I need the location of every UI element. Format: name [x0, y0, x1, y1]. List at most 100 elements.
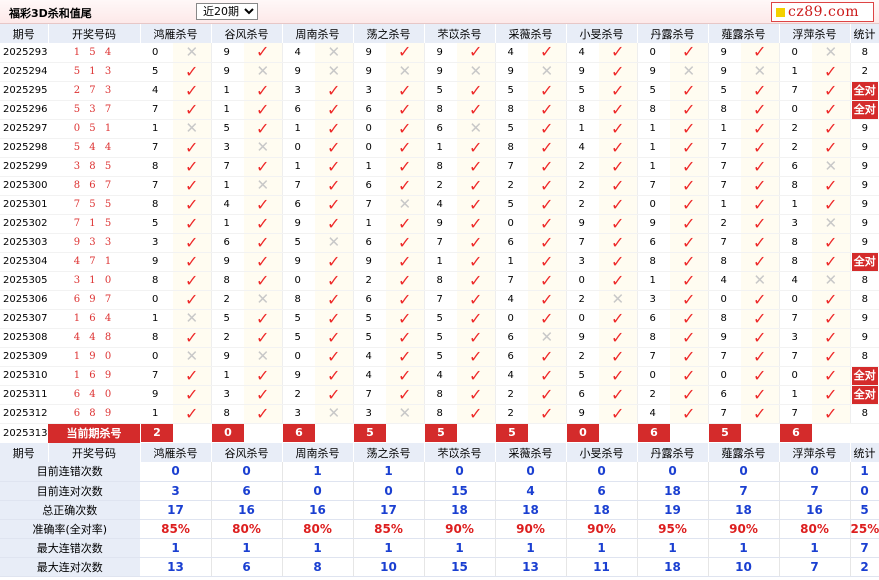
current-kill-cell: 0	[566, 423, 599, 443]
table-row: 2025293 1 5 4 0 ✕ 9 ✓ 4 ✕ 9 ✓ 9 ✓ 4 ✓ 4 ✓ 0 ✓ 9 ✓ 0 ✕ 8	[0, 43, 879, 63]
stats-total: 1	[850, 462, 879, 482]
stats-label: 最大连对次数	[0, 557, 141, 577]
check-icon: ✓	[256, 119, 270, 138]
kill-number: 4	[424, 366, 457, 386]
kill-number: 6	[495, 328, 528, 348]
kill-result-cell: ✓	[812, 138, 851, 158]
cross-icon: ✕	[327, 404, 341, 422]
kill-result-cell: ✓	[315, 271, 354, 291]
col-total: 统计	[850, 24, 879, 43]
kill-result-cell: ✓	[244, 119, 283, 139]
kill-result-cell: ✓	[457, 138, 496, 158]
check-icon: ✓	[256, 271, 270, 290]
stats-value: 1	[779, 538, 851, 558]
kill-number: 0	[779, 43, 812, 63]
kill-number: 4	[495, 290, 528, 310]
stats-value: 90%	[495, 519, 567, 539]
kill-number: 1	[140, 404, 173, 424]
current-kill-number: 6	[283, 424, 315, 443]
check-icon: ✓	[185, 157, 199, 176]
kill-result-cell: ✓	[599, 404, 638, 424]
kill-result-cell: ✓	[599, 62, 638, 82]
kill-result-cell: ✕	[386, 195, 425, 215]
col-killer: 谷风杀号	[211, 24, 283, 43]
stats-value: 10	[353, 557, 425, 577]
all-correct-badge: 全对	[851, 81, 878, 99]
check-icon: ✓	[398, 252, 412, 271]
kill-result-cell: ✓	[173, 290, 212, 310]
check-icon: ✓	[611, 138, 625, 157]
kill-result-cell: ✓	[457, 176, 496, 196]
col-killer: 周南杀号	[282, 24, 354, 43]
kill-number: 1	[211, 100, 244, 120]
kill-number: 5	[424, 81, 457, 101]
period-select[interactable]: 近20期	[196, 3, 258, 20]
kill-number: 9	[211, 347, 244, 367]
table-row: 2025298 5 4 4 7 ✓ 3 ✕ 0 ✓ 0 ✓ 1 ✓ 8 ✓ 4 ✓ 1 ✓ 7 ✓ 2 ✓ 9	[0, 138, 879, 158]
site-logo[interactable]: cz89.com	[771, 2, 874, 22]
check-icon: ✓	[185, 214, 199, 233]
kill-result-cell: ✓	[386, 233, 425, 253]
col-killer: 周南杀号	[282, 443, 354, 462]
check-icon: ✓	[682, 176, 696, 195]
kill-number: 4	[495, 366, 528, 386]
check-icon: ✓	[540, 195, 554, 214]
issue-number: 2025295	[0, 81, 48, 101]
kill-result-cell: ✓	[812, 328, 851, 348]
check-icon: ✓	[398, 366, 412, 385]
kill-number: 1	[779, 62, 812, 82]
issue-number: 2025306	[0, 290, 48, 310]
col-killer: 鸿雁杀号	[140, 24, 212, 43]
kill-result-cell: ✓	[599, 138, 638, 158]
check-icon: ✓	[682, 290, 696, 309]
check-icon: ✓	[824, 366, 838, 385]
kill-result-cell: ✓	[173, 366, 212, 386]
kill-number: 9	[140, 385, 173, 405]
stats-value: 0	[282, 481, 354, 501]
check-icon: ✓	[682, 309, 696, 328]
kill-number: 1	[708, 119, 741, 139]
kill-result-cell: ✓	[315, 195, 354, 215]
kill-result-cell: ✓	[812, 309, 851, 329]
check-icon: ✓	[611, 404, 625, 423]
check-icon: ✓	[753, 81, 767, 100]
check-icon: ✓	[540, 290, 554, 309]
row-total: 全对	[850, 366, 879, 386]
row-total: 9	[850, 214, 879, 234]
kill-number: 8	[424, 271, 457, 291]
kill-number: 9	[566, 328, 599, 348]
cross-icon: ✕	[256, 290, 270, 308]
issue-number: 2025308	[0, 328, 48, 348]
kill-result-cell: ✓	[528, 157, 567, 177]
col-killer: 浮萍杀号	[779, 443, 851, 462]
draw-number: 2 7 3	[48, 81, 140, 101]
stats-value: 17	[140, 500, 212, 520]
current-kill-number: 5	[709, 424, 741, 443]
kill-number: 1	[637, 157, 670, 177]
check-icon: ✓	[540, 233, 554, 252]
check-icon: ✓	[682, 214, 696, 233]
check-icon: ✓	[611, 309, 625, 328]
kill-result-cell: ✓	[457, 157, 496, 177]
kill-number: 0	[495, 309, 528, 329]
kill-result-cell: ✓	[457, 252, 496, 272]
kill-number: 2	[566, 157, 599, 177]
table-row: 2025312 6 8 9 1 ✓ 8 ✓ 3 ✕ 3 ✕ 8 ✓ 2 ✓ 9 ✓ 4 ✓ 7 ✓ 7 ✓ 8	[0, 404, 879, 424]
current-total-spacer	[850, 423, 879, 443]
stats-value: 4	[495, 481, 567, 501]
table-header-row: 期号 开奖号码 鸿雁杀号 谷风杀号 周南杀号 荡之杀号 芣苡杀号 采薇杀号 小旻杀号 丹露杀号 薤露…	[0, 24, 879, 43]
kill-number: 2	[495, 385, 528, 405]
page-header: 福彩3D杀和值尾 近20期 cz89.com	[0, 0, 879, 24]
kill-number: 1	[566, 119, 599, 139]
kill-number: 6	[495, 233, 528, 253]
kill-result-cell: ✓	[599, 176, 638, 196]
issue-number: 2025294	[0, 62, 48, 82]
kill-result-cell: ✓	[315, 157, 354, 177]
issue-number: 2025293	[0, 43, 48, 63]
kill-result-cell: ✓	[812, 404, 851, 424]
current-kill-spacer	[173, 423, 211, 443]
kill-number: 5	[353, 328, 386, 348]
kill-number: 3	[779, 328, 812, 348]
check-icon: ✓	[611, 214, 625, 233]
kill-result-cell: ✓	[173, 81, 212, 101]
